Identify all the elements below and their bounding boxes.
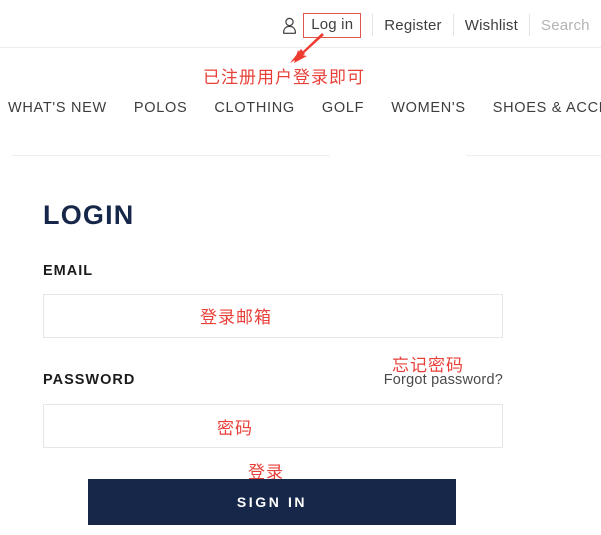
arrow-up-right-icon <box>290 33 324 63</box>
email-label: EMAIL <box>43 263 94 279</box>
password-label: PASSWORD <box>43 372 136 388</box>
search-placeholder: Search <box>541 16 590 34</box>
wishlist-link[interactable]: Wishlist <box>465 17 518 34</box>
search-input[interactable]: Search <box>541 10 601 40</box>
utility-links: Log in Register Wishlist Search <box>282 10 601 40</box>
email-field[interactable] <box>43 294 503 338</box>
nav-item-whats-new[interactable]: WHAT'S NEW <box>8 100 107 116</box>
password-field[interactable] <box>43 404 503 448</box>
main-navigation: WHAT'S NEW POLOS CLOTHING GOLF WOMEN'S S… <box>0 96 601 120</box>
page-title: LOGIN <box>43 200 135 231</box>
section-divider-left <box>12 155 330 156</box>
login-label: Log in <box>311 15 354 33</box>
user-icon <box>282 17 297 34</box>
sign-in-button[interactable]: SIGN IN <box>88 479 456 525</box>
forgot-password-link[interactable]: Forgot password? <box>384 372 503 388</box>
nav-item-golf[interactable]: GOLF <box>322 100 364 116</box>
divider <box>452 14 454 36</box>
nav-item-womens[interactable]: WOMEN'S <box>391 100 466 116</box>
nav-item-shoes-accessories[interactable]: SHOES & ACCESSORI <box>493 100 601 116</box>
divider <box>372 14 374 36</box>
register-link[interactable]: Register <box>384 17 441 34</box>
nav-item-clothing[interactable]: CLOTHING <box>214 100 295 116</box>
annotation-header-note: 已注册用户登录即可 <box>203 68 365 88</box>
section-divider-right <box>466 155 601 156</box>
nav-item-polos[interactable]: POLOS <box>134 100 187 116</box>
divider <box>529 14 530 36</box>
